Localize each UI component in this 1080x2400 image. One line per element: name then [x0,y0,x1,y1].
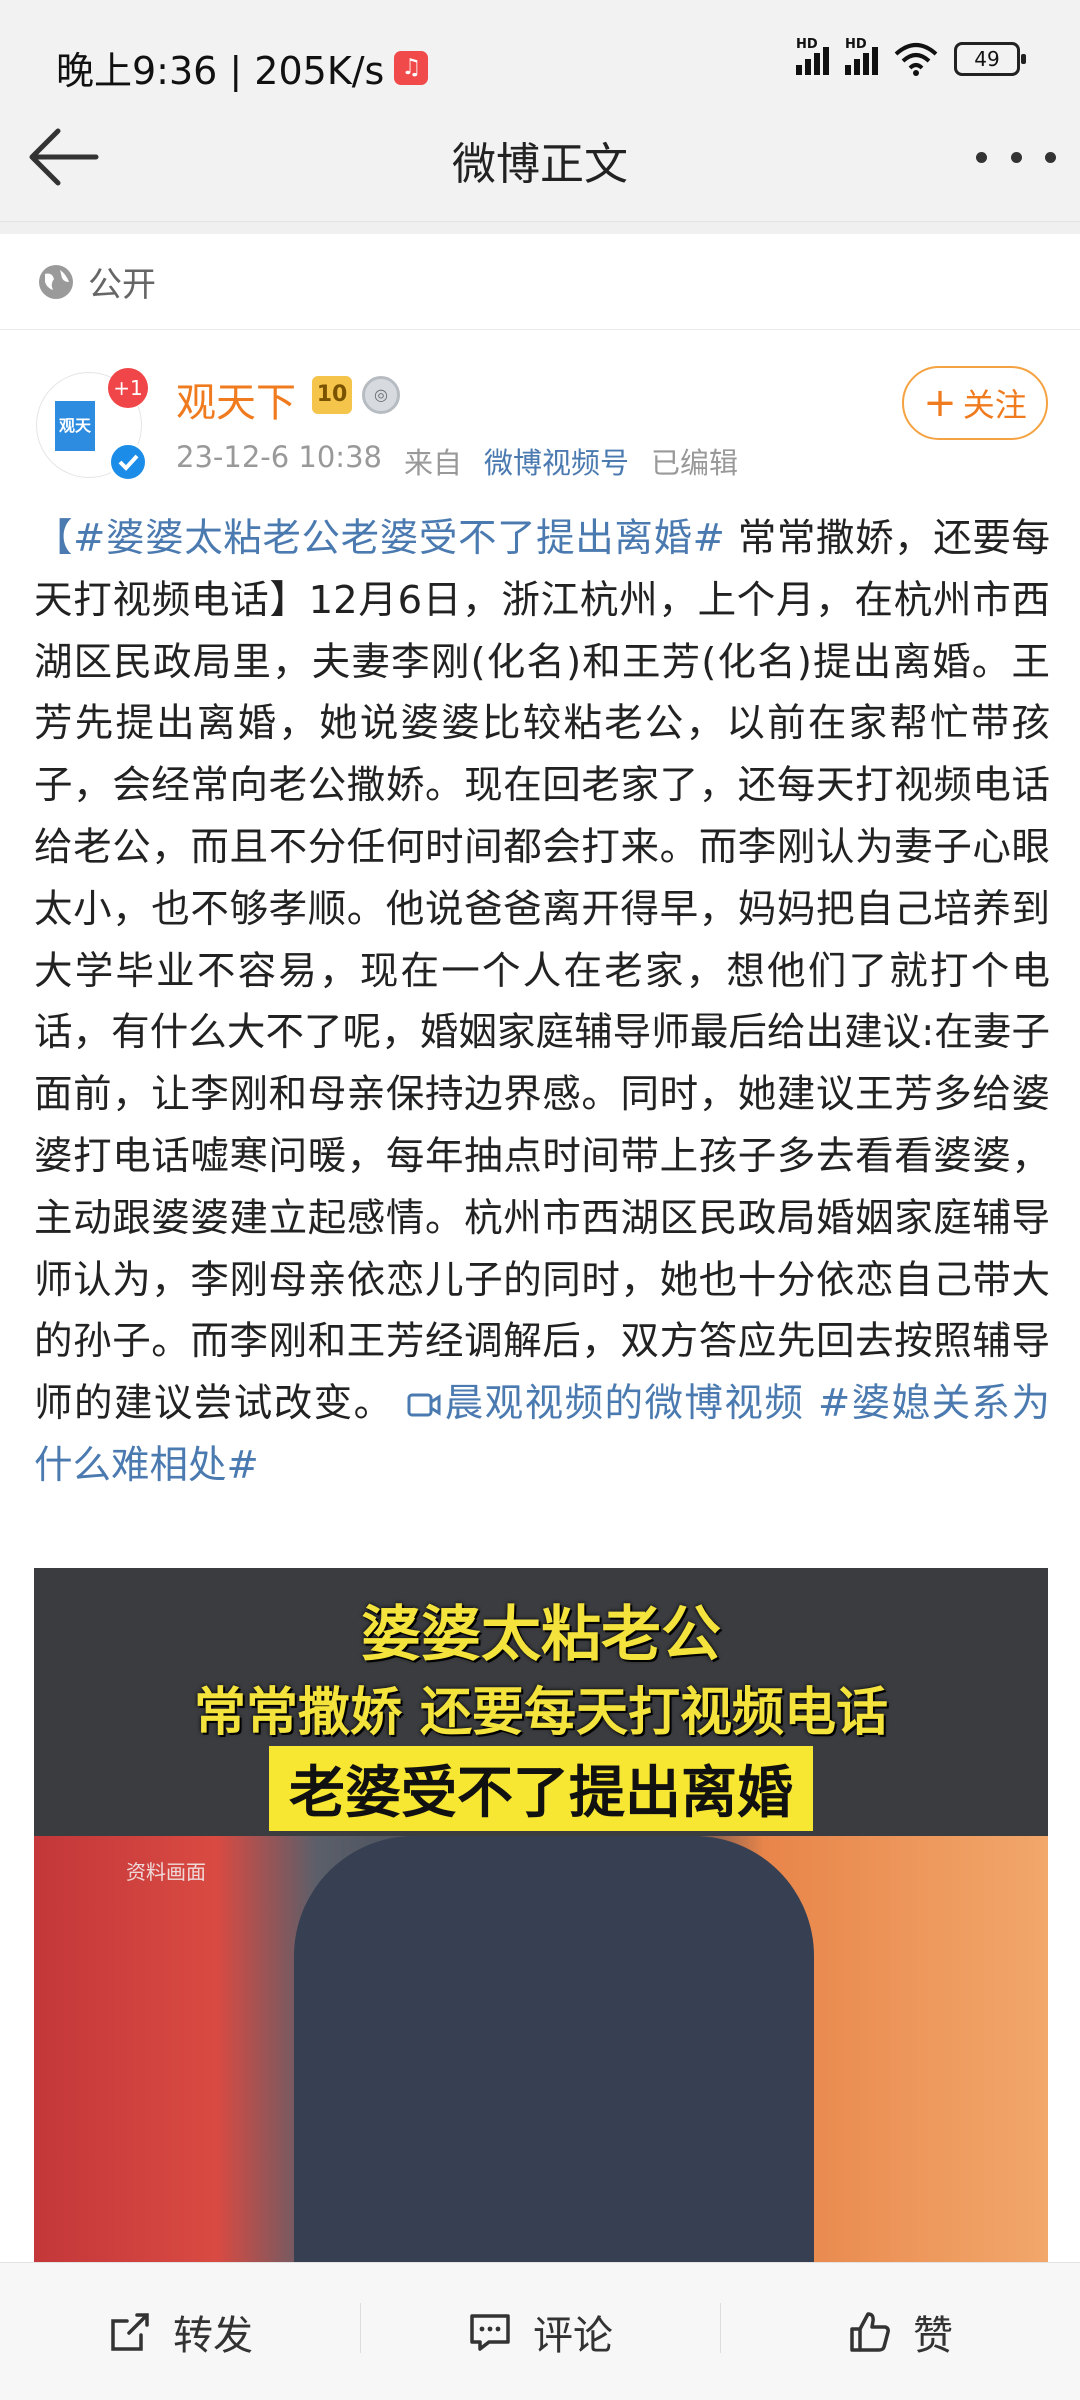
signal-icon-2: HD [845,37,878,75]
dot-icon [976,151,987,163]
video-link-label: 晨观视频的微博视频 [443,1381,805,1427]
follow-button[interactable]: + 关注 [902,366,1048,440]
visibility-row: 公开 [0,234,1080,330]
post-content: 常常撒娇，还要每天打视频电话】12月6日，浙江杭州，上个月，在杭州市西湖区民政局… [34,516,1050,1427]
post-date: 23-12-6 10:38 [176,440,382,474]
like-button[interactable]: 赞 [720,2263,1080,2400]
comment-label: 评论 [533,2312,613,2359]
video-tag: 资料画面 [126,1860,206,1884]
video-icon [407,1393,441,1417]
repost-button[interactable]: 转发 [0,2263,360,2400]
video-player[interactable]: 婆婆太粘老公 常常撒娇 还要每天打视频电话 老婆受不了提出离婚 资料画面 [34,1568,1048,2262]
post-text: 【#婆婆太粘老公老婆受不了提出离婚# 常常撒娇，还要每天打视频电话】12月6日，… [34,508,1050,1497]
wifi-icon [894,43,938,76]
visibility-label: 公开 [88,265,156,305]
edited-label: 已编辑 [651,446,739,480]
rank-badge-icon: 10 [312,376,352,414]
thumbs-up-icon [850,2311,890,2352]
notification-badge: +1 [108,368,148,408]
medal-icon: ◎ [362,376,400,414]
page-title: 微博正文 [452,139,628,190]
author-name[interactable]: 观天下 [176,370,296,428]
divider [0,222,1080,234]
video-caption-1: 婆婆太粘老公 [361,1600,721,1670]
video-caption-2: 常常撒娇 还要每天打视频电话 [193,1683,889,1743]
status-time: 晚上9:36 | 205K/s [56,49,385,93]
video-figure [294,1836,814,2262]
status-right: HD HD 49 [796,37,1026,76]
repost-label: 转发 [173,2312,253,2359]
video-caption-3: 老婆受不了提出离婚 [269,1746,813,1831]
post-meta: 23-12-6 10:38 来自 微博视频号 已编辑 [176,440,738,482]
source-link[interactable]: 微博视频号 [484,440,629,482]
share-icon [111,2312,149,2351]
top-nav: 微博正文 [0,92,1080,222]
action-bar: 转发 评论 赞 [0,2262,1080,2400]
hashtag-link[interactable]: 【#婆婆太粘老公老婆受不了提出离婚# [34,516,725,561]
source-prefix: 来自 [403,446,462,480]
verified-icon [108,442,148,482]
status-left: 晚上9:36 | 205K/s ♫ [56,40,429,95]
signal-icon: HD [796,37,829,75]
comment-button[interactable]: 评论 [360,2263,720,2400]
battery-icon: 49 [954,42,1026,76]
video-link[interactable]: 晨观视频的微博视频 [407,1381,804,1426]
comment-icon [470,2313,510,2351]
plus-icon: + [923,380,957,426]
like-label: 赞 [913,2312,953,2359]
more-options-button[interactable] [976,142,1056,172]
follow-label: 关注 [962,386,1027,424]
dot-icon [1010,151,1022,163]
avatar-logo: 观天下 [55,401,95,477]
dot-icon [1045,151,1056,163]
globe-icon [39,264,73,299]
music-app-icon: ♫ [394,50,429,85]
